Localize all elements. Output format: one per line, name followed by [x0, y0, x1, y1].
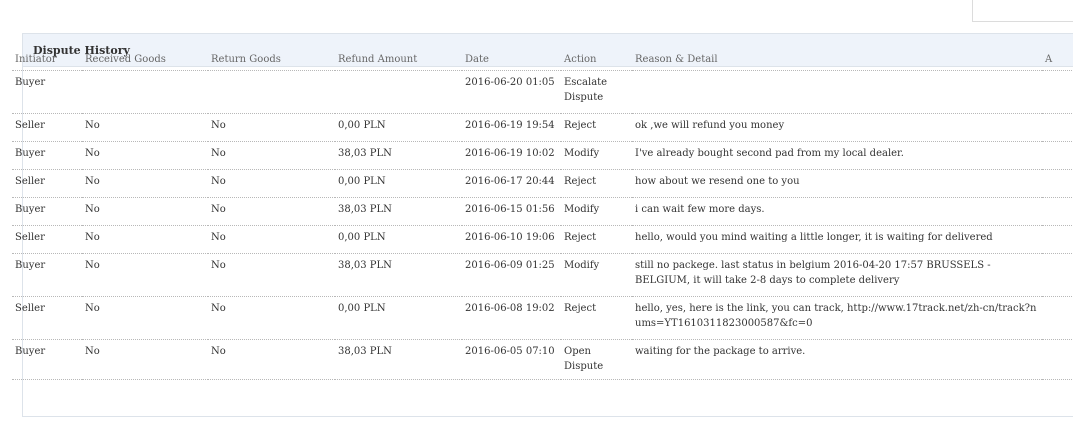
- cell-refund-amount: 38,03 PLN: [335, 253, 462, 297]
- cell-refund-amount: 0,00 PLN: [335, 169, 462, 198]
- cell-received-goods: No: [82, 141, 208, 170]
- cell-return-goods: No: [208, 339, 335, 380]
- cell-action: Reject: [561, 225, 632, 254]
- cell-refund-amount: 38,03 PLN: [335, 339, 462, 380]
- cell-received-goods: [82, 70, 208, 114]
- cell-return-goods: No: [208, 225, 335, 254]
- table-row: Buyer No No 38,03 PLN 2016-06-09 01:25 M…: [12, 253, 1072, 297]
- cell-return-goods: No: [208, 296, 335, 340]
- cell-received-goods: No: [82, 169, 208, 198]
- cell-received-goods: No: [82, 225, 208, 254]
- cell-initiator: Buyer: [12, 339, 82, 380]
- cell-initiator: Seller: [12, 296, 82, 340]
- cell-initiator: Seller: [12, 113, 82, 142]
- cell-reason: waiting for the package to arrive.: [632, 339, 1042, 380]
- table-row: Seller No No 0,00 PLN 2016-06-08 19:02 R…: [12, 296, 1072, 340]
- cell-date: 2016-06-19 10:02: [462, 141, 561, 170]
- cell-action: Reject: [561, 296, 632, 340]
- column-header-refund-amount: Refund Amount: [335, 48, 462, 71]
- cell-reason: how about we resend one to you: [632, 169, 1042, 198]
- cell-received-goods: No: [82, 197, 208, 226]
- cell-action: Modify: [561, 141, 632, 170]
- cell-return-goods: [208, 70, 335, 114]
- cell-action: Open Dispute: [561, 339, 632, 380]
- cell-received-goods: No: [82, 339, 208, 380]
- cell-return-goods: No: [208, 253, 335, 297]
- table-row: Seller No No 0,00 PLN 2016-06-19 19:54 R…: [12, 113, 1072, 142]
- cell-date: 2016-06-19 19:54: [462, 113, 561, 142]
- cell-extra: [1042, 296, 1072, 340]
- cell-reason: [632, 70, 1042, 114]
- table-row: Buyer 2016-06-20 01:05 Escalate Dispute: [12, 70, 1072, 114]
- cell-extra: [1042, 253, 1072, 297]
- cell-initiator: Seller: [12, 225, 82, 254]
- cell-received-goods: No: [82, 253, 208, 297]
- cell-date: 2016-06-08 19:02: [462, 296, 561, 340]
- cell-initiator: Buyer: [12, 197, 82, 226]
- cell-extra: [1042, 225, 1072, 254]
- table-row: Buyer No No 38,03 PLN 2016-06-05 07:10 O…: [12, 339, 1072, 380]
- column-header-reason-detail: Reason & Detail: [632, 48, 1042, 71]
- cell-extra: [1042, 141, 1072, 170]
- column-header-action: Action: [561, 48, 632, 71]
- table-row: Buyer No No 38,03 PLN 2016-06-15 01:56 M…: [12, 197, 1072, 226]
- cell-received-goods: No: [82, 113, 208, 142]
- cell-initiator: Seller: [12, 169, 82, 198]
- cell-extra: [1042, 113, 1072, 142]
- column-header-initiator: Initiator: [12, 48, 82, 71]
- cell-reason: I've already bought second pad from my l…: [632, 141, 1042, 170]
- column-header-date: Date: [462, 48, 561, 71]
- column-header-received-goods: Received Goods: [82, 48, 208, 71]
- top-right-box: [972, 0, 1073, 22]
- table-row: Seller No No 0,00 PLN 2016-06-10 19:06 R…: [12, 225, 1072, 254]
- cell-extra: [1042, 70, 1072, 114]
- column-header-return-goods: Return Goods: [208, 48, 335, 71]
- cell-date: 2016-06-09 01:25: [462, 253, 561, 297]
- cell-extra: [1042, 197, 1072, 226]
- cell-refund-amount: 0,00 PLN: [335, 113, 462, 142]
- cell-refund-amount: 38,03 PLN: [335, 197, 462, 226]
- cell-date: 2016-06-17 20:44: [462, 169, 561, 198]
- cell-extra: [1042, 169, 1072, 198]
- cell-refund-amount: 0,00 PLN: [335, 225, 462, 254]
- cell-initiator: Buyer: [12, 70, 82, 114]
- cell-action: Modify: [561, 253, 632, 297]
- cell-initiator: Buyer: [12, 141, 82, 170]
- cell-return-goods: No: [208, 113, 335, 142]
- table-row: Seller No No 0,00 PLN 2016-06-17 20:44 R…: [12, 169, 1072, 198]
- cell-reason: hello, yes, here is the link, you can tr…: [632, 296, 1042, 340]
- cell-return-goods: No: [208, 169, 335, 198]
- cell-reason: hello, would you mind waiting a little l…: [632, 225, 1042, 254]
- cell-received-goods: No: [82, 296, 208, 340]
- cell-extra: [1042, 339, 1072, 380]
- cell-action: Reject: [561, 113, 632, 142]
- cell-refund-amount: 0,00 PLN: [335, 296, 462, 340]
- cell-initiator: Buyer: [12, 253, 82, 297]
- cell-return-goods: No: [208, 141, 335, 170]
- cell-action: Escalate Dispute: [561, 70, 632, 114]
- column-header-truncated: A: [1042, 48, 1072, 71]
- cell-refund-amount: 38,03 PLN: [335, 141, 462, 170]
- cell-date: 2016-06-10 19:06: [462, 225, 561, 254]
- table-row: Buyer No No 38,03 PLN 2016-06-19 10:02 M…: [12, 141, 1072, 170]
- cell-date: 2016-06-20 01:05: [462, 70, 561, 114]
- cell-reason: i can wait few more days.: [632, 197, 1042, 226]
- dispute-history-table: Initiator Received Goods Return Goods Re…: [12, 48, 1072, 380]
- cell-reason: ok ,we will refund you money: [632, 113, 1042, 142]
- cell-action: Modify: [561, 197, 632, 226]
- cell-refund-amount: [335, 70, 462, 114]
- table-header-row: Initiator Received Goods Return Goods Re…: [12, 48, 1072, 71]
- cell-action: Reject: [561, 169, 632, 198]
- cell-return-goods: No: [208, 197, 335, 226]
- cell-date: 2016-06-05 07:10: [462, 339, 561, 380]
- cell-reason: still no packege. last status in belgium…: [632, 253, 1042, 297]
- cell-date: 2016-06-15 01:56: [462, 197, 561, 226]
